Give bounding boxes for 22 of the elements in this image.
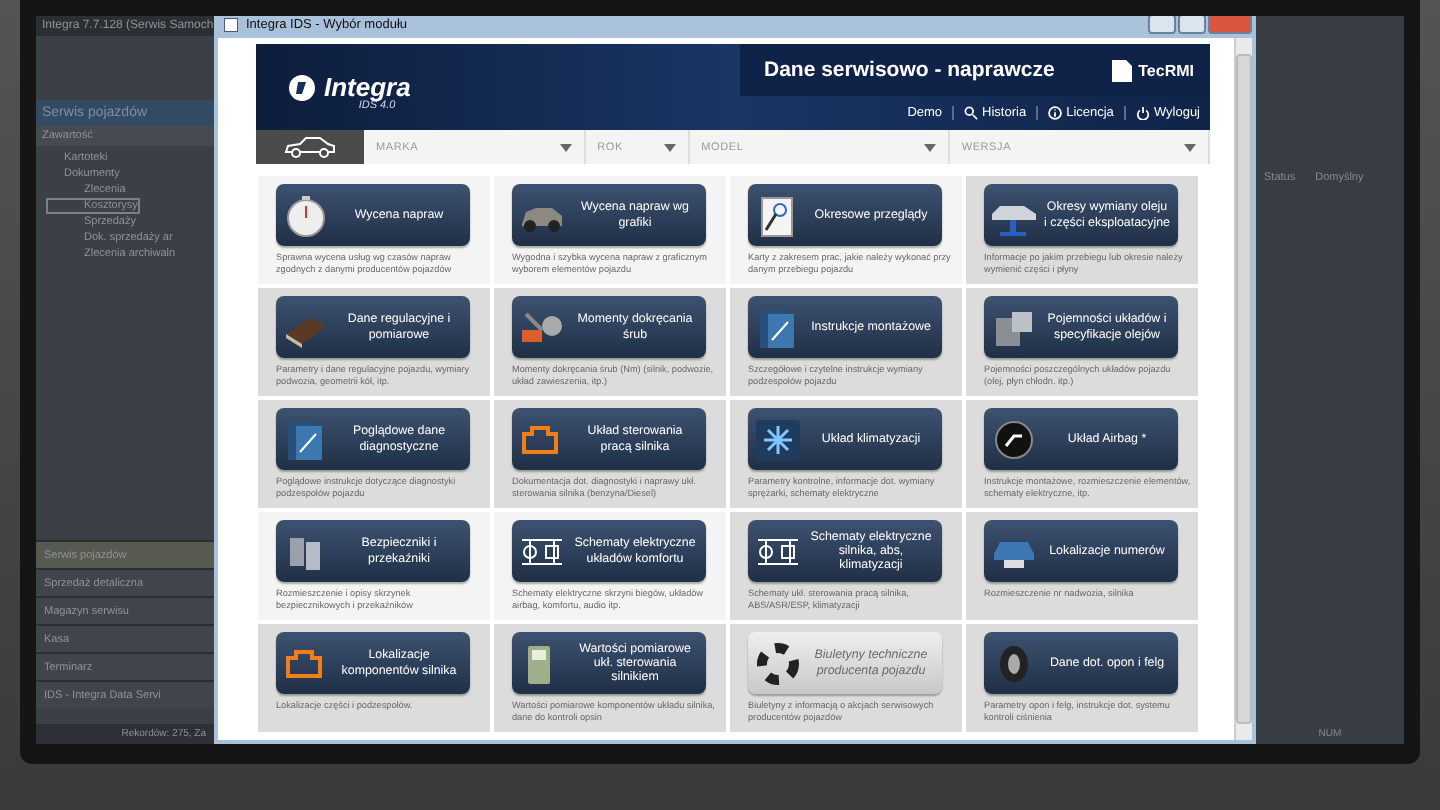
- caret-icon: [663, 143, 676, 151]
- airbag-icon: [990, 417, 1038, 461]
- stopwatch-icon: [282, 193, 330, 237]
- logo-text: Integra: [324, 72, 411, 102]
- caret-icon: [923, 143, 936, 151]
- partner-logo-text: TecRMI: [1138, 61, 1194, 79]
- vehicle-tab[interactable]: [256, 130, 364, 164]
- car-icon: [284, 136, 336, 158]
- caret-icon: [1183, 143, 1196, 151]
- lifebuoy-icon: [754, 641, 802, 685]
- caret-icon: [559, 143, 572, 151]
- maximize-button[interactable]: [1178, 16, 1206, 34]
- scrollbar[interactable]: [1234, 38, 1252, 740]
- logo-icon: [288, 73, 316, 101]
- snowflake-icon: [754, 417, 802, 461]
- power-icon: [1135, 106, 1150, 120]
- banner-heading: Dane serwisowo - naprawcze: [764, 58, 1055, 82]
- app-icon: [224, 17, 238, 31]
- search-icon: [964, 106, 979, 120]
- minimize-button[interactable]: [1148, 16, 1176, 34]
- info-icon: [1048, 106, 1063, 120]
- partner-logo-icon: [1112, 59, 1133, 81]
